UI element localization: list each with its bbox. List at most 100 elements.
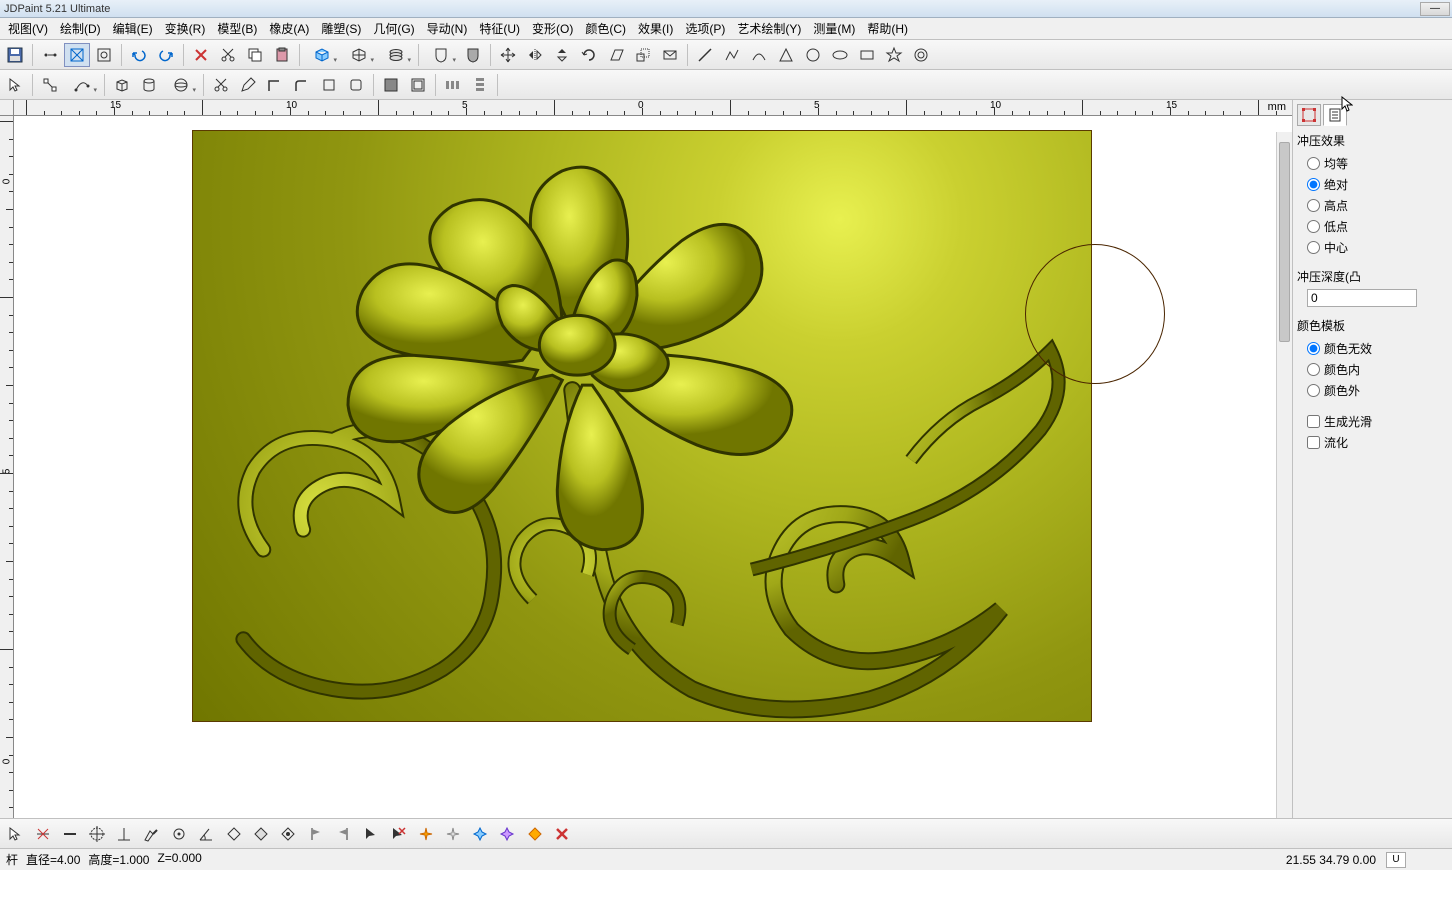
- paste-icon[interactable]: [269, 43, 295, 67]
- menu-help[interactable]: 帮助(H): [861, 18, 914, 39]
- fill-icon[interactable]: [378, 73, 404, 97]
- bt-spark3-icon[interactable]: [467, 822, 493, 846]
- status-u-button[interactable]: U: [1386, 852, 1406, 868]
- bt-diamond1-icon[interactable]: [221, 822, 247, 846]
- save-icon[interactable]: [2, 43, 28, 67]
- menu-effect[interactable]: 效果(I): [632, 18, 679, 39]
- stamp-opt-low[interactable]: 低点: [1297, 216, 1448, 237]
- bt-spark4-icon[interactable]: [494, 822, 520, 846]
- rotate-icon[interactable]: [576, 43, 602, 67]
- menu-art[interactable]: 艺术绘制(Y): [731, 18, 807, 39]
- bt-h-line-icon[interactable]: [57, 822, 83, 846]
- menu-sculpt[interactable]: 雕塑(S): [315, 18, 367, 39]
- mirror-v-icon[interactable]: [549, 43, 575, 67]
- undo-icon[interactable]: [126, 43, 152, 67]
- menu-edit[interactable]: 编辑(E): [107, 18, 159, 39]
- stamp-opt-absolute[interactable]: 绝对: [1297, 174, 1448, 195]
- bt-angle-icon[interactable]: [193, 822, 219, 846]
- box3d-icon[interactable]: [109, 73, 135, 97]
- corner1-icon[interactable]: [262, 73, 288, 97]
- shape3d-icon[interactable]: [163, 73, 199, 97]
- menu-transform[interactable]: 变换(R): [159, 18, 212, 39]
- arc-icon[interactable]: [746, 43, 772, 67]
- line-icon[interactable]: [692, 43, 718, 67]
- polyline-icon[interactable]: [719, 43, 745, 67]
- cut-icon[interactable]: [215, 43, 241, 67]
- snap-grid-icon[interactable]: [64, 43, 90, 67]
- flow-checkbox[interactable]: 流化: [1297, 432, 1448, 453]
- bt-diamond-orange-icon[interactable]: [522, 822, 548, 846]
- cylinder-icon[interactable]: [136, 73, 162, 97]
- bt-perp-icon[interactable]: [111, 822, 137, 846]
- menu-view[interactable]: 视图(V): [2, 18, 54, 39]
- coltpl-opt-none[interactable]: 颜色无效: [1297, 338, 1448, 359]
- menu-deform[interactable]: 变形(O): [526, 18, 579, 39]
- stamp-opt-uniform[interactable]: 均等: [1297, 153, 1448, 174]
- menu-feature[interactable]: 特征(U): [473, 18, 526, 39]
- smooth-checkbox[interactable]: 生成光滑: [1297, 411, 1448, 432]
- panel-tab-1[interactable]: [1297, 104, 1321, 126]
- rrect-tool-icon[interactable]: [343, 73, 369, 97]
- bt-diamond2-icon[interactable]: [248, 822, 274, 846]
- scissors-icon[interactable]: [208, 73, 234, 97]
- bt-circle-target-icon[interactable]: [84, 822, 110, 846]
- bt-cut-line-icon[interactable]: [30, 822, 56, 846]
- node-icon[interactable]: [37, 73, 63, 97]
- bt-select-icon[interactable]: [2, 822, 28, 846]
- ellipse-icon[interactable]: [827, 43, 853, 67]
- menu-option[interactable]: 选项(P): [679, 18, 731, 39]
- skew-icon[interactable]: [603, 43, 629, 67]
- ring-icon[interactable]: [908, 43, 934, 67]
- shield-fill-icon[interactable]: [460, 43, 486, 67]
- star-icon[interactable]: [881, 43, 907, 67]
- copy-icon[interactable]: [242, 43, 268, 67]
- pointer-icon[interactable]: [2, 73, 28, 97]
- coltpl-opt-inside[interactable]: 颜色内: [1297, 359, 1448, 380]
- scale-icon[interactable]: [630, 43, 656, 67]
- view-box-icon[interactable]: [341, 43, 377, 67]
- bt-spark1-icon[interactable]: [413, 822, 439, 846]
- frame-icon[interactable]: [405, 73, 431, 97]
- menu-draw[interactable]: 绘制(D): [54, 18, 107, 39]
- bt-arrow-icon[interactable]: [358, 822, 384, 846]
- bt-flag-right-icon[interactable]: [330, 822, 356, 846]
- snap-object-icon[interactable]: [91, 43, 117, 67]
- menu-measure[interactable]: 测量(M): [807, 18, 861, 39]
- triangle-icon[interactable]: [773, 43, 799, 67]
- vertical-scrollbar[interactable]: [1276, 132, 1292, 818]
- rectangle-icon[interactable]: [854, 43, 880, 67]
- bt-flag-left-icon[interactable]: [303, 822, 329, 846]
- scrollbar-thumb[interactable]: [1279, 142, 1290, 342]
- shield-outline-icon[interactable]: [423, 43, 459, 67]
- bt-spark2-icon[interactable]: [440, 822, 466, 846]
- stamp-opt-high[interactable]: 高点: [1297, 195, 1448, 216]
- circle-icon[interactable]: [800, 43, 826, 67]
- menu-geometry[interactable]: 几何(G): [367, 18, 420, 39]
- mirror-h-icon[interactable]: [522, 43, 548, 67]
- menu-model[interactable]: 模型(B): [211, 18, 263, 39]
- stamp-opt-center[interactable]: 中心: [1297, 237, 1448, 258]
- bt-arrow-x-icon[interactable]: [385, 822, 411, 846]
- envelope-icon[interactable]: [657, 43, 683, 67]
- menu-eraser[interactable]: 橡皮(A): [263, 18, 315, 39]
- pen-icon[interactable]: [235, 73, 261, 97]
- view-3d-icon[interactable]: [304, 43, 340, 67]
- layer-icon[interactable]: [378, 43, 414, 67]
- snap-point-icon[interactable]: [37, 43, 63, 67]
- rect-tool-icon[interactable]: [316, 73, 342, 97]
- coltpl-opt-outside[interactable]: 颜色外: [1297, 380, 1448, 401]
- bt-close-red-icon[interactable]: [549, 822, 575, 846]
- redo-icon[interactable]: [153, 43, 179, 67]
- bt-pick-icon[interactable]: [138, 822, 164, 846]
- bt-target-icon[interactable]: [166, 822, 192, 846]
- menu-color[interactable]: 颜色(C): [579, 18, 632, 39]
- delete-icon[interactable]: [188, 43, 214, 67]
- canvas[interactable]: [14, 116, 1292, 818]
- bt-diamond3-icon[interactable]: [275, 822, 301, 846]
- curve-edit-icon[interactable]: [64, 73, 100, 97]
- move-icon[interactable]: [495, 43, 521, 67]
- menu-guide[interactable]: 导动(N): [421, 18, 474, 39]
- distribute-h-icon[interactable]: [440, 73, 466, 97]
- stamp-depth-input[interactable]: [1307, 289, 1417, 307]
- panel-tab-2[interactable]: [1323, 104, 1347, 126]
